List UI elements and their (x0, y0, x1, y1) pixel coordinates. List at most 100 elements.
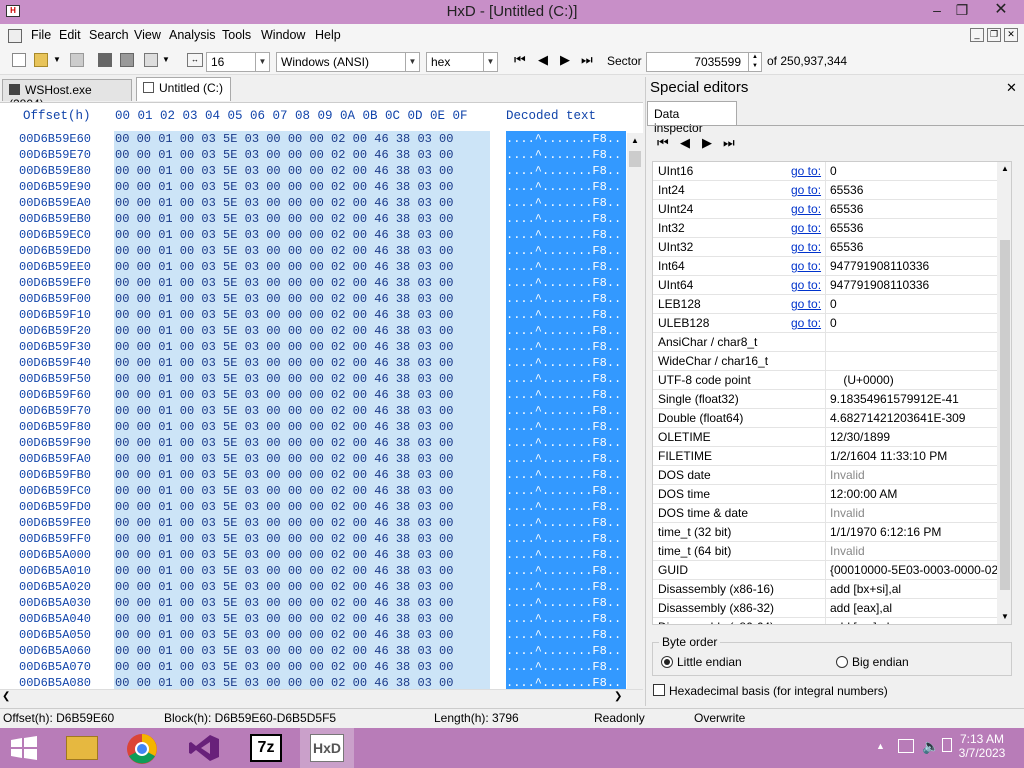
inspector-row[interactable]: time_t (32 bit) 1/1/1970 6:12:16 PM (653, 523, 997, 542)
inspector-row[interactable]: Single (float32) 9.18354961579912E-41 (653, 390, 997, 409)
inspector-value[interactable]: 12:00:00 AM (825, 485, 997, 504)
file-explorer-button[interactable] (56, 728, 110, 768)
row-decoded[interactable]: ....^.......F8.. (506, 467, 626, 483)
first-record-icon[interactable]: ⏮ (657, 135, 669, 151)
row-decoded[interactable]: ....^.......F8.. (506, 131, 626, 147)
hex-editor[interactable]: Offset(h) 00 01 02 03 04 05 06 07 08 09 … (0, 102, 643, 689)
row-bytes[interactable]: 00 00 01 00 03 5E 03 00 00 00 02 00 46 3… (114, 259, 490, 275)
charset-select[interactable]: Windows (ANSI) ▼ (276, 52, 420, 72)
inspector-row[interactable]: Disassembly (x86-32) add [eax],al (653, 599, 997, 618)
document-icon[interactable] (8, 29, 22, 43)
row-decoded[interactable]: ....^.......F8.. (506, 643, 626, 659)
scroll-down-icon[interactable]: ▼ (997, 612, 1011, 621)
scroll-left-icon[interactable]: ❮ (2, 691, 10, 702)
row-decoded[interactable]: ....^.......F8.. (506, 675, 626, 689)
inspector-value[interactable] (825, 352, 997, 371)
new-file-icon[interactable] (12, 53, 26, 67)
row-decoded[interactable]: ....^.......F8.. (506, 595, 626, 611)
tab-wshost[interactable]: WSHost.exe (2804) (2, 79, 132, 111)
inspector-scrollbar[interactable]: ▲ ▼ (997, 162, 1011, 624)
hex-row[interactable]: 00D6B59ED0 00 00 01 00 03 5E 03 00 00 00 … (0, 243, 643, 259)
row-bytes[interactable]: 00 00 01 00 03 5E 03 00 00 00 02 00 46 3… (114, 275, 490, 291)
goto-link[interactable]: go to: (791, 257, 821, 275)
row-bytes[interactable]: 00 00 01 00 03 5E 03 00 00 00 02 00 46 3… (114, 627, 490, 643)
inspector-row[interactable]: ULEB128 go to: 0 (653, 314, 997, 333)
menu-search[interactable]: Search (89, 28, 129, 42)
inspector-row[interactable]: UInt24 go to: 65536 (653, 200, 997, 219)
hex-row[interactable]: 00D6B59F40 00 00 01 00 03 5E 03 00 00 00 … (0, 355, 643, 371)
inspector-value[interactable]: {00010000-5E03-0003-0000-0200 (825, 561, 997, 580)
row-decoded[interactable]: ....^.......F8.. (506, 195, 626, 211)
row-decoded[interactable]: ....^.......F8.. (506, 659, 626, 675)
inspector-row[interactable]: AnsiChar / char8_t (653, 333, 997, 352)
row-bytes[interactable]: 00 00 01 00 03 5E 03 00 00 00 02 00 46 3… (114, 419, 490, 435)
chrome-button[interactable] (116, 728, 170, 768)
goto-link[interactable]: go to: (791, 295, 821, 313)
inspector-value[interactable]: Invalid (825, 466, 997, 485)
tab-data-inspector[interactable]: Data inspector (647, 101, 737, 135)
hex-row[interactable]: 00D6B5A060 00 00 01 00 03 5E 03 00 00 00 … (0, 643, 643, 659)
row-bytes[interactable]: 00 00 01 00 03 5E 03 00 00 00 02 00 46 3… (114, 547, 490, 563)
menu-tools[interactable]: Tools (222, 28, 251, 42)
row-decoded[interactable]: ....^.......F8.. (506, 403, 626, 419)
little-endian-radio[interactable] (661, 656, 673, 668)
inspector-row[interactable]: OLETIME 12/30/1899 (653, 428, 997, 447)
inspector-row[interactable]: Disassembly (x86-16) add [bx+si],al (653, 580, 997, 599)
row-decoded[interactable]: ....^.......F8.. (506, 355, 626, 371)
row-decoded[interactable]: ....^.......F8.. (506, 483, 626, 499)
row-bytes[interactable]: 00 00 01 00 03 5E 03 00 00 00 02 00 46 3… (114, 211, 490, 227)
inspector-value[interactable]: (U+0000) (825, 371, 997, 390)
scroll-thumb[interactable] (629, 151, 641, 167)
inspector-row[interactable]: DOS date Invalid (653, 466, 997, 485)
menu-window[interactable]: Window (261, 28, 305, 42)
row-decoded[interactable]: ....^.......F8.. (506, 387, 626, 403)
hex-row[interactable]: 00D6B59F90 00 00 01 00 03 5E 03 00 00 00 … (0, 435, 643, 451)
row-bytes[interactable]: 00 00 01 00 03 5E 03 00 00 00 02 00 46 3… (114, 611, 490, 627)
hex-vertical-scrollbar[interactable]: ▲ (627, 133, 643, 689)
row-bytes[interactable]: 00 00 01 00 03 5E 03 00 00 00 02 00 46 3… (114, 675, 490, 689)
maximize-button[interactable]: ❐ (948, 0, 976, 22)
sector-input[interactable]: 7035599 ▲ ▼ (646, 52, 762, 72)
little-endian-label[interactable]: Little endian (677, 655, 742, 669)
row-bytes[interactable]: 00 00 01 00 03 5E 03 00 00 00 02 00 46 3… (114, 563, 490, 579)
hex-row[interactable]: 00D6B59E70 00 00 01 00 03 5E 03 00 00 00 … (0, 147, 643, 163)
row-decoded[interactable]: ....^.......F8.. (506, 611, 626, 627)
inspector-value[interactable]: 1/1/1970 6:12:16 PM (825, 523, 997, 542)
hex-row[interactable]: 00D6B59FB0 00 00 01 00 03 5E 03 00 00 00 … (0, 467, 643, 483)
row-decoded[interactable]: ....^.......F8.. (506, 627, 626, 643)
row-bytes[interactable]: 00 00 01 00 03 5E 03 00 00 00 02 00 46 3… (114, 499, 490, 515)
row-decoded[interactable]: ....^.......F8.. (506, 323, 626, 339)
row-bytes[interactable]: 00 00 01 00 03 5E 03 00 00 00 02 00 46 3… (114, 531, 490, 547)
export-icon[interactable] (144, 53, 158, 67)
scroll-up-icon[interactable]: ▲ (997, 164, 1011, 173)
inspector-value[interactable]: 4.68271421203641E-309 (825, 409, 997, 428)
scroll-up-icon[interactable]: ▲ (627, 133, 643, 149)
menu-edit[interactable]: Edit (59, 28, 81, 42)
inspector-value[interactable]: 1/2/1604 11:33:10 PM (825, 447, 997, 466)
inspector-value[interactable]: Invalid (825, 542, 997, 561)
inspector-value[interactable]: add [rax],al (825, 618, 997, 624)
row-decoded[interactable]: ....^.......F8.. (506, 451, 626, 467)
goto-link[interactable]: go to: (791, 314, 821, 332)
row-decoded[interactable]: ....^.......F8.. (506, 307, 626, 323)
network-icon[interactable] (898, 739, 914, 753)
hex-horizontal-scrollbar[interactable]: ❮ ❯ (0, 689, 643, 706)
last-record-icon[interactable]: ⏭ (723, 135, 735, 151)
mdi-restore-button[interactable]: ❐ (987, 28, 1001, 42)
row-bytes[interactable]: 00 00 01 00 03 5E 03 00 00 00 02 00 46 3… (114, 163, 490, 179)
tab-untitled[interactable]: Untitled (C:) (136, 77, 231, 101)
row-bytes[interactable]: 00 00 01 00 03 5E 03 00 00 00 02 00 46 3… (114, 147, 490, 163)
hex-row[interactable]: 00D6B59F70 00 00 01 00 03 5E 03 00 00 00 … (0, 403, 643, 419)
menu-analysis[interactable]: Analysis (169, 28, 216, 42)
row-decoded[interactable]: ....^.......F8.. (506, 147, 626, 163)
hex-row[interactable]: 00D6B5A050 00 00 01 00 03 5E 03 00 00 00 … (0, 627, 643, 643)
inspector-row[interactable]: Int32 go to: 65536 (653, 219, 997, 238)
hex-row[interactable]: 00D6B5A080 00 00 01 00 03 5E 03 00 00 00 … (0, 675, 643, 689)
offset-base-select[interactable]: hex ▼ (426, 52, 498, 72)
hex-row[interactable]: 00D6B59EE0 00 00 01 00 03 5E 03 00 00 00 … (0, 259, 643, 275)
inspector-row[interactable]: UInt64 go to: 947791908110336 (653, 276, 997, 295)
inspector-row[interactable]: WideChar / char16_t (653, 352, 997, 371)
save-icon[interactable] (70, 53, 84, 67)
hex-basis-checkbox[interactable] (653, 684, 665, 696)
prev-record-icon[interactable]: ◀ (680, 135, 690, 151)
